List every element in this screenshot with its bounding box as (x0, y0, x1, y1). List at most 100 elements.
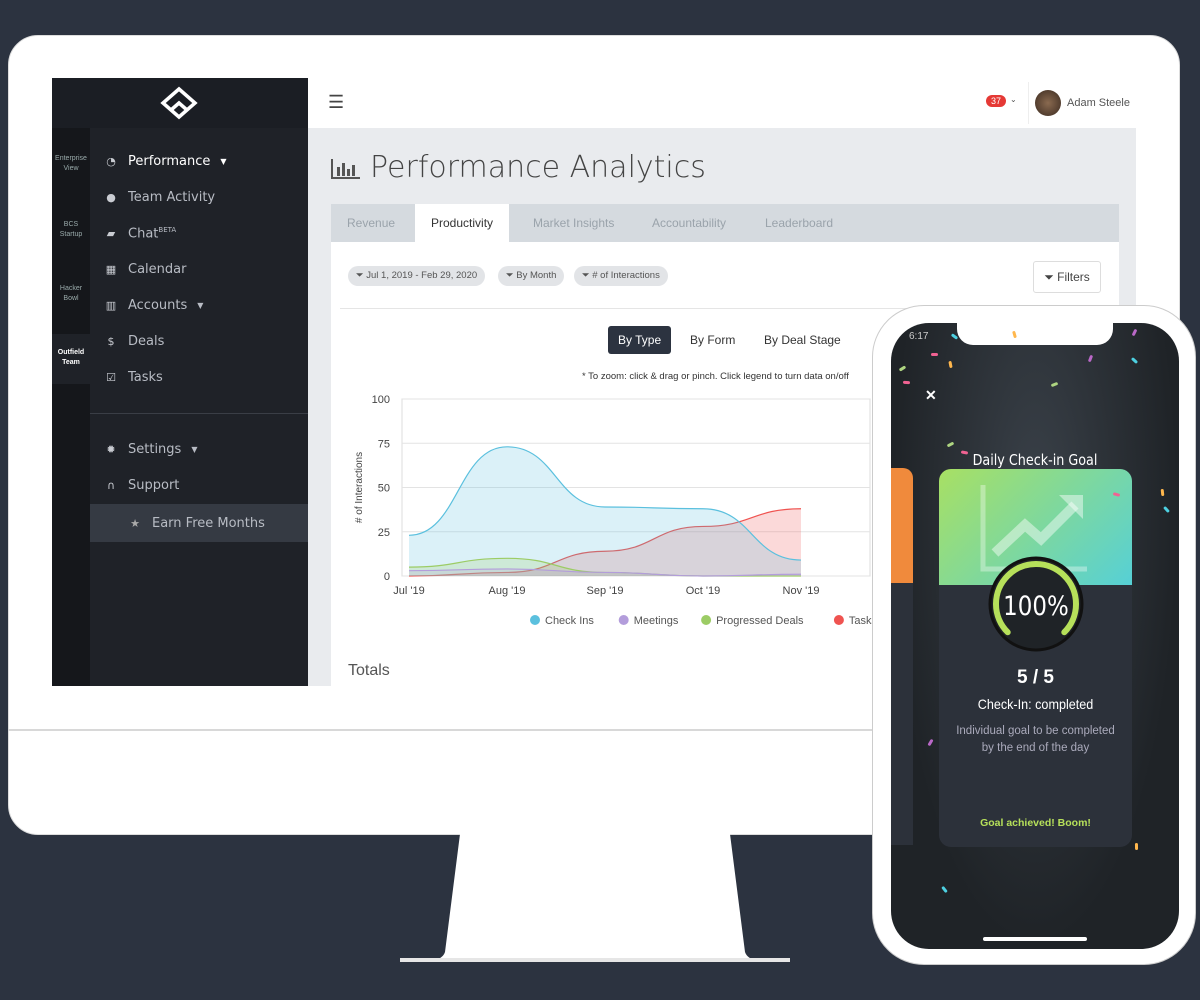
phone-screen: 6:17 ✕ Daily Check-in Goal 100% 5 / 5 Ch… (891, 323, 1179, 949)
y-tick-label: 75 (378, 438, 390, 450)
filter-interactions[interactable]: ⏷ # of Interactions (574, 266, 668, 286)
confetti-piece (1087, 354, 1094, 363)
sidebar: Enterprise View BCS Startup Hacker Bowl … (52, 78, 308, 686)
phone-notch (957, 323, 1113, 345)
progress-ring: 100% (988, 556, 1084, 652)
nav-earn-free-months[interactable]: ★ Earn Free Months (90, 504, 308, 542)
nav-deals[interactable]: $ Deals (104, 334, 165, 349)
filter-by-month[interactable]: ⏷ By Month (498, 266, 565, 286)
x-tick-label: Jul '19 (393, 585, 424, 597)
user-menu[interactable]: Adam Steele (1028, 82, 1136, 124)
confetti-piece (1130, 357, 1139, 364)
confetti-piece (1160, 488, 1165, 497)
gear-icon: ✹ (106, 443, 116, 456)
nav-accounts[interactable]: ▥ Accounts ▼ (104, 298, 204, 313)
nav-label: Performance (128, 154, 211, 169)
nav-team-activity[interactable]: ● Team Activity (104, 190, 215, 205)
legend-item-progressed-deals[interactable]: Progressed Deals (716, 615, 804, 627)
interactions-chart[interactable]: 0 25 50 75 100 # of Interactions Jul '19 Aug '1… (340, 385, 880, 635)
notification-badge[interactable]: 37 (986, 95, 1007, 107)
segment-by-type[interactable]: By Type (608, 326, 672, 354)
nav-label: Earn Free Months (152, 515, 265, 531)
confetti-piece (1050, 381, 1059, 388)
nav-label: Accounts (128, 298, 188, 313)
top-bar: ☰ 37 ⌄ Adam Steele (308, 78, 1136, 128)
confetti-piece (946, 441, 955, 448)
nav-performance[interactable]: ◔ Performance ▼ (104, 154, 227, 169)
page-title: Performance Analytics (370, 150, 706, 185)
avatar (1035, 90, 1061, 116)
nav-label: Calendar (128, 262, 187, 277)
nav-support[interactable]: ∩ Support (104, 478, 179, 493)
y-tick-label: 25 (378, 527, 390, 539)
confetti-piece (948, 360, 953, 369)
confetti-piece (1163, 505, 1170, 514)
tab-revenue[interactable]: Revenue (331, 204, 411, 242)
monitor-stand (400, 834, 790, 962)
checkin-count: 5 / 5 (1017, 667, 1054, 688)
team-bcs-startup[interactable]: BCS Startup (52, 220, 90, 240)
caret-down-icon: ▼ (220, 157, 227, 166)
headset-icon: ∩ (106, 479, 116, 492)
chevron-down-icon[interactable]: ⌄ (1010, 95, 1017, 104)
filters-button[interactable]: ⏷ Filters (1033, 261, 1101, 293)
team-switcher: Enterprise View BCS Startup Hacker Bowl … (52, 128, 90, 686)
y-tick-label: 0 (384, 571, 390, 583)
confetti-piece (931, 353, 938, 356)
progress-percent: 100% (1003, 590, 1069, 621)
legend-item-meetings[interactable]: Meetings (634, 615, 679, 627)
confetti-piece (941, 885, 948, 894)
tab-productivity[interactable]: Productivity (415, 204, 510, 242)
confetti-piece (1134, 842, 1139, 851)
filter-date-range[interactable]: ⏷ Jul 1, 2019 - Feb 29, 2020 (348, 266, 486, 286)
goal-achieved-message: Goal achieved! Boom! (980, 817, 1091, 829)
nav-label: Team Activity (128, 190, 216, 205)
tab-leaderboard[interactable]: Leaderboard (749, 204, 849, 242)
goal-title: Daily Check-in Goal (972, 451, 1098, 469)
y-tick-label: 50 (378, 483, 390, 495)
nav-label: Deals (128, 334, 165, 349)
nav-calendar[interactable]: ▦ Calendar (104, 262, 187, 277)
checkbox-icon: ☑ (106, 371, 116, 384)
goal-card: 100% 5 / 5 Check-In: completed Individua… (939, 469, 1132, 847)
dashboard-icon: ◔ (106, 155, 116, 168)
y-tick-label: 100 (372, 394, 390, 406)
confetti-piece (927, 738, 934, 747)
nav-chat[interactable]: ▰ ChatBETA (104, 226, 176, 241)
prev-card[interactable] (891, 468, 913, 583)
sidebar-divider (90, 413, 308, 414)
x-tick-label: Sep '19 (587, 585, 624, 597)
calendar-icon: ▦ (105, 263, 117, 276)
hamburger-menu-icon[interactable]: ☰ (328, 93, 344, 111)
user-name: Adam Steele (1067, 97, 1130, 109)
dollar-icon: $ (107, 335, 115, 348)
close-icon[interactable]: ✕ (925, 387, 937, 404)
team-outfield-team[interactable]: Outfield Team (52, 334, 90, 384)
confetti-piece (902, 380, 911, 385)
chat-icon: ▰ (106, 227, 116, 241)
segment-by-form[interactable]: By Form (680, 326, 745, 354)
nav-settings[interactable]: ✹ Settings ▼ (104, 442, 197, 457)
x-tick-label: Nov '19 (783, 585, 820, 597)
logo-icon (160, 86, 198, 120)
nav-tasks[interactable]: ☑ Tasks (104, 370, 163, 385)
team-hacker-bowl[interactable]: Hacker Bowl (52, 284, 90, 304)
team-enterprise-view[interactable]: Enterprise View (52, 154, 90, 174)
page-header: Performance Analytics (330, 150, 706, 185)
confetti-piece (898, 365, 907, 372)
status-time: 6:17 (909, 331, 929, 342)
totals-heading: Totals (348, 662, 390, 679)
tab-accountability[interactable]: Accountability (636, 204, 742, 242)
legend-marker (833, 615, 844, 625)
nav-label: Support (128, 478, 180, 493)
nav-label: ChatBETA (128, 226, 177, 242)
checkin-status: Check-In: completed (977, 696, 1094, 712)
segment-by-deal-stage[interactable]: By Deal Stage (754, 326, 851, 354)
logo-bar (52, 78, 308, 128)
x-tick-label: Oct '19 (686, 585, 721, 597)
tab-market-insights[interactable]: Market Insights (517, 204, 630, 242)
legend-marker (530, 615, 540, 625)
confetti-piece (1131, 328, 1138, 337)
home-indicator[interactable] (983, 937, 1087, 941)
legend-item-check-ins[interactable]: Check Ins (545, 615, 594, 627)
